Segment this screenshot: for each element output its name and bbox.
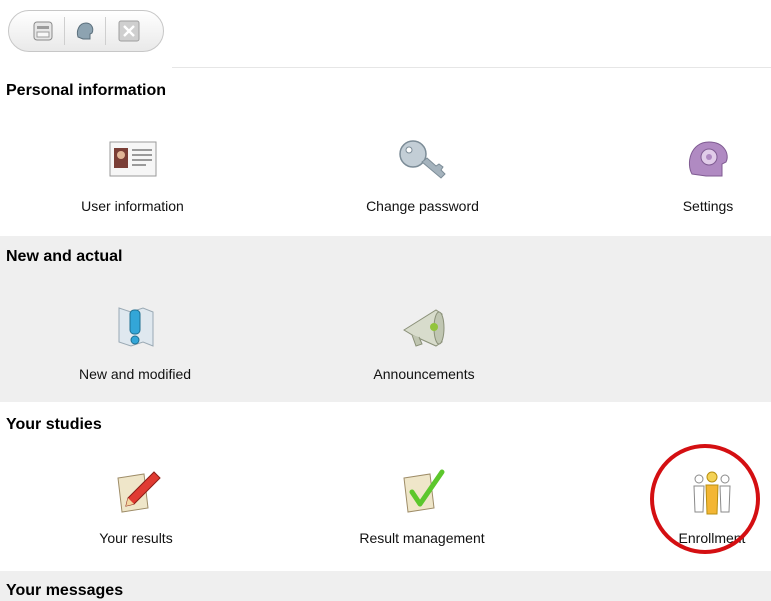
gear-head-icon [682, 136, 734, 187]
tile-label: Your results [99, 530, 173, 546]
section-title-messages: Your messages [6, 582, 124, 599]
section-title-studies: Your studies [6, 416, 102, 433]
tile-announcements[interactable]: Announcements [362, 302, 486, 382]
tile-your-results[interactable]: Your results [88, 468, 184, 546]
tile-label: New and modified [78, 366, 192, 382]
megaphone-icon [396, 302, 452, 355]
tile-user-information[interactable]: User information [70, 136, 195, 214]
printer-icon[interactable] [31, 19, 55, 43]
tile-settings[interactable]: Settings [668, 136, 748, 214]
highlight-circle [650, 444, 760, 554]
section-title-personal: Personal information [6, 82, 167, 99]
checkmark-clipboard-icon [394, 468, 450, 521]
divider [172, 67, 771, 68]
key-icon [393, 136, 453, 187]
id-card-icon [106, 136, 160, 185]
tile-new-and-modified[interactable]: New and modified [70, 302, 200, 382]
tile-label: Result management [359, 530, 485, 546]
close-icon[interactable] [117, 19, 141, 43]
tile-change-password[interactable]: Change password [355, 136, 490, 214]
tile-label: Announcements [373, 366, 475, 382]
tile-result-management[interactable]: Result management [352, 468, 492, 546]
toolbar [8, 10, 164, 52]
tile-label: Settings [682, 198, 734, 214]
profile-icon[interactable] [73, 19, 97, 43]
exclamation-map-icon [109, 302, 161, 355]
tile-label: User information [81, 198, 184, 214]
tile-label: Change password [366, 198, 479, 214]
pencil-clipboard-icon [108, 468, 164, 521]
section-title-new: New and actual [6, 248, 123, 265]
